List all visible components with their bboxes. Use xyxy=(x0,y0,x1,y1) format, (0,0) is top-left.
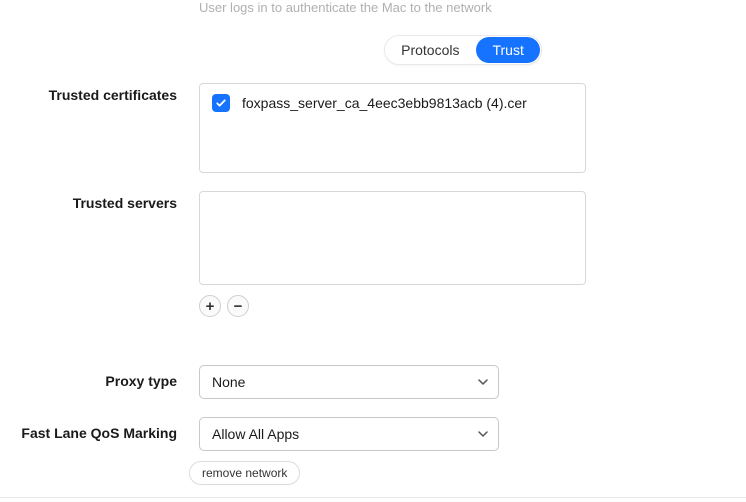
checkmark-icon xyxy=(215,97,227,109)
label-fast-lane: Fast Lane QoS Marking xyxy=(0,417,199,441)
add-remove-controls: + − xyxy=(199,295,586,317)
remove-server-button[interactable]: − xyxy=(227,295,249,317)
remove-network-row: remove network xyxy=(189,461,746,485)
certificate-label: foxpass_server_ca_4eec3ebb9813acb (4).ce… xyxy=(242,95,527,111)
proxy-type-select[interactable]: None xyxy=(199,365,499,399)
tabs-row: Protocols Trust xyxy=(0,35,746,65)
certificate-checkbox[interactable] xyxy=(212,94,230,112)
proxy-type-select-wrap: None xyxy=(199,365,499,399)
row-trusted-certificates: Trusted certificates foxpass_server_ca_4… xyxy=(0,83,746,173)
remove-network-button[interactable]: remove network xyxy=(189,461,300,485)
hint-description: User logs in to authenticate the Mac to … xyxy=(199,0,746,15)
row-proxy-type: Proxy type None xyxy=(0,365,746,399)
trusted-servers-list[interactable] xyxy=(199,191,586,285)
tab-protocols[interactable]: Protocols xyxy=(385,36,475,64)
label-trusted-certificates: Trusted certificates xyxy=(0,83,199,103)
row-fast-lane: Fast Lane QoS Marking Allow All Apps xyxy=(0,417,746,451)
fast-lane-select[interactable]: Allow All Apps xyxy=(199,417,499,451)
label-proxy-type: Proxy type xyxy=(0,365,199,389)
trusted-certificates-list[interactable]: foxpass_server_ca_4eec3ebb9813acb (4).ce… xyxy=(199,83,586,173)
fast-lane-select-wrap: Allow All Apps xyxy=(199,417,499,451)
label-trusted-servers: Trusted servers xyxy=(0,191,199,211)
row-trusted-servers: Trusted servers + − xyxy=(0,191,746,317)
certificate-item[interactable]: foxpass_server_ca_4eec3ebb9813acb (4).ce… xyxy=(212,94,573,112)
tab-trust[interactable]: Trust xyxy=(476,37,539,63)
segmented-control: Protocols Trust xyxy=(384,35,542,65)
divider xyxy=(0,497,746,498)
add-server-button[interactable]: + xyxy=(199,295,221,317)
